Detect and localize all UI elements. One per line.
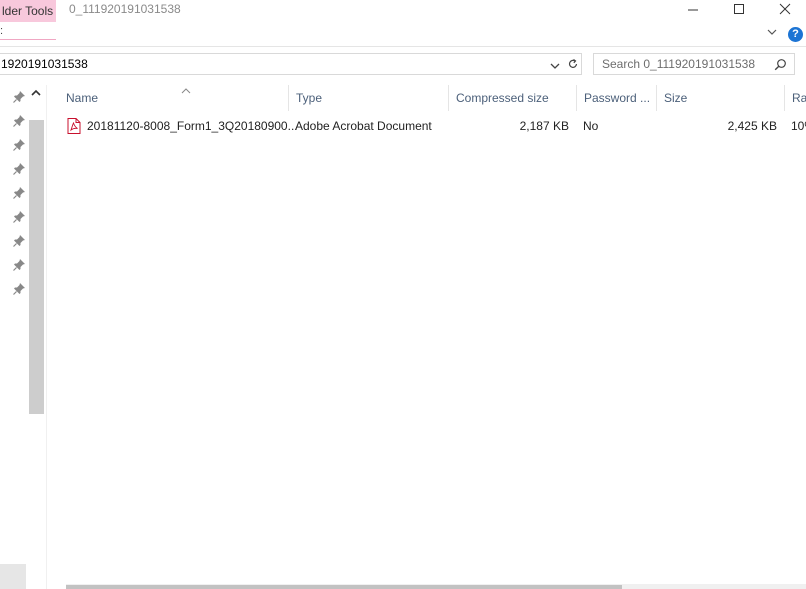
address-dropdown-button[interactable] [549,60,563,74]
chevron-up-icon [31,89,41,96]
ribbon-edge-text: : [0,25,4,37]
column-header-type[interactable]: Type [289,85,449,111]
pdf-file-icon [67,118,81,134]
nav-pane-bottom [0,564,26,589]
pin-icon[interactable] [12,90,26,104]
search-icon[interactable] [774,58,787,74]
horizontal-scrollbar-thumb[interactable] [66,585,622,589]
column-label: Size [664,91,688,105]
pin-icon[interactable] [12,138,26,152]
file-name: 20181120-8008_Form1_3Q20180900... [87,119,298,133]
pin-icon[interactable] [12,234,26,248]
file-ratio: 10% [791,119,806,133]
column-header-compressed-size[interactable]: Compressed size [449,85,577,111]
maximize-button[interactable] [716,0,762,18]
window-title: 0_111920191031538 [69,2,181,16]
expand-ribbon-button[interactable] [766,26,778,41]
ribbon-edge: : [0,22,56,40]
nav-scrollbar-thumb[interactable] [29,120,44,414]
file-password: No [583,119,599,133]
address-path: 1920191031538 [1,57,88,71]
file-size: 2,425 KB [727,119,777,133]
horizontal-scrollbar[interactable] [66,584,806,589]
column-header-ratio[interactable]: Rat [785,85,806,111]
column-header-name[interactable]: Name [59,85,289,111]
navigation-pane [0,85,47,589]
pin-icon[interactable] [12,282,26,296]
column-label: Password ... [584,91,651,105]
help-button[interactable]: ? [788,27,803,42]
chevron-down-icon [550,63,560,69]
pin-icon[interactable] [12,186,26,200]
search-input[interactable]: Search 0_111920191031538 [593,53,795,75]
address-bar[interactable]: 1920191031538 [0,53,565,75]
file-list: Name Type Compressed size Password ... S… [47,85,806,589]
column-label: Name [66,91,99,105]
nav-scroll-up-button[interactable] [30,87,44,101]
file-compressed-size: 2,187 KB [519,119,569,133]
column-label: Type [296,91,323,105]
title-bar: lder Tools 0_111920191031538 [0,0,806,22]
ribbon-row: : ? [0,22,806,46]
file-type: Adobe Acrobat Document [295,119,432,133]
column-header-password[interactable]: Password ... [577,85,657,111]
sort-ascending-icon [181,85,191,97]
pin-icon[interactable] [12,210,26,224]
refresh-button[interactable] [564,53,582,75]
column-label: Rat [792,91,806,105]
search-placeholder: Search 0_111920191031538 [602,57,756,71]
pin-icon[interactable] [12,258,26,272]
address-row: 1920191031538 Search 0_111920191031538 [0,46,806,84]
column-header-size[interactable]: Size [657,85,785,111]
pin-icon[interactable] [12,162,26,176]
minimize-button[interactable] [670,0,716,18]
pin-icon[interactable] [12,114,26,128]
close-icon [779,3,791,15]
compressed-folder-tools-tab[interactable]: lder Tools [0,0,56,22]
minimize-icon [688,9,698,11]
maximize-icon [734,4,744,14]
close-button[interactable] [762,0,806,18]
column-label: Compressed size [456,91,549,105]
refresh-icon [568,59,577,68]
chevron-down-icon [767,29,777,35]
file-row[interactable]: 20181120-8008_Form1_3Q20180900... Adobe … [47,115,806,137]
